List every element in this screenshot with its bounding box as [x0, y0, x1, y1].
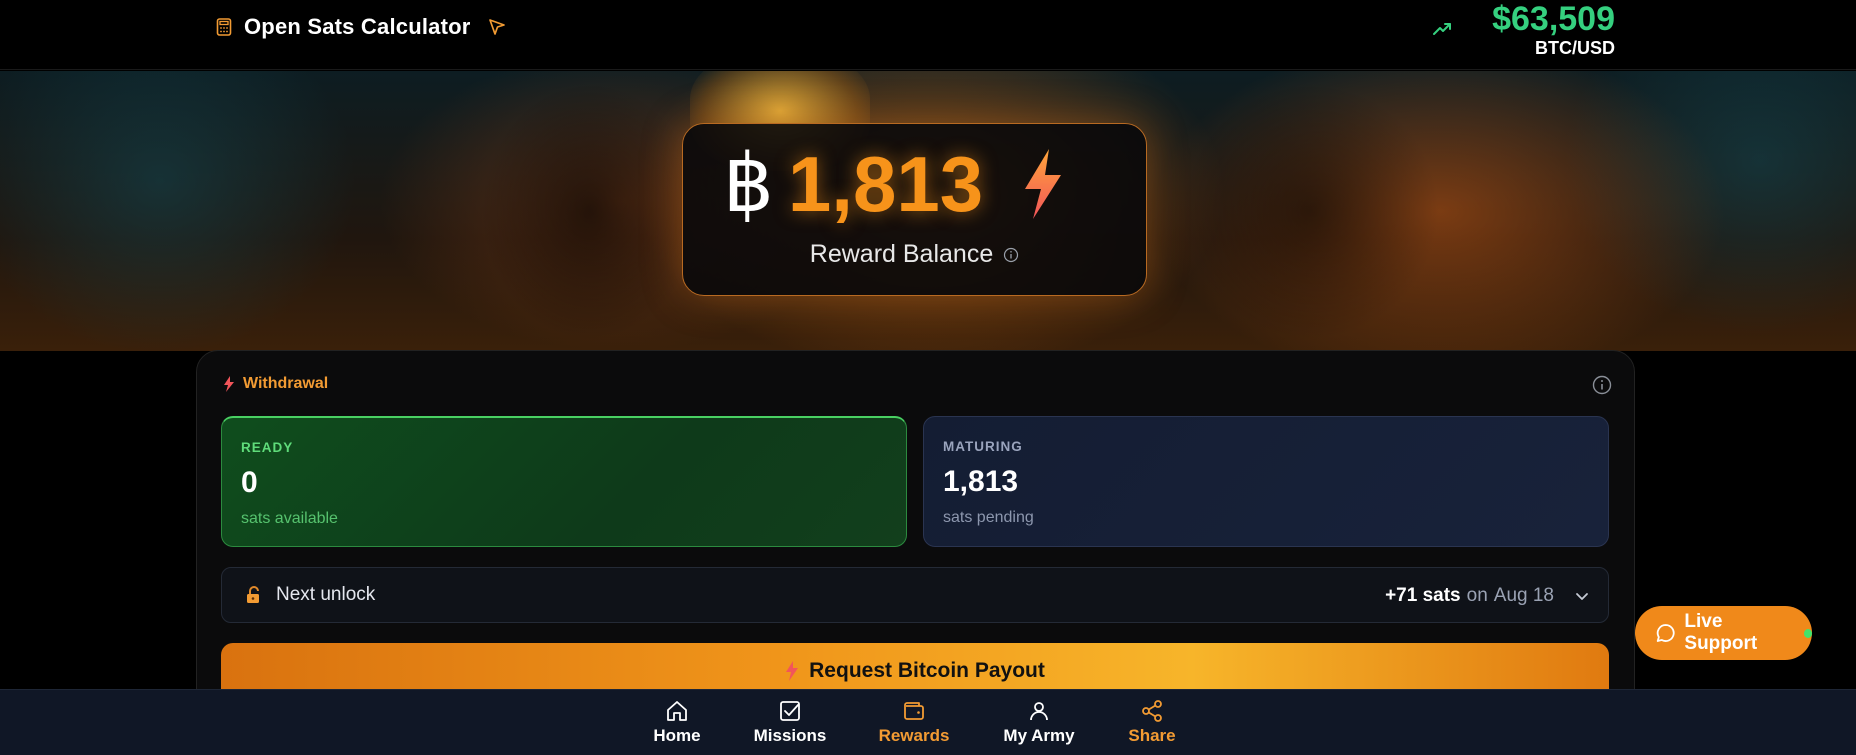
balance-value: 1,813 [787, 140, 984, 228]
calculator-icon [216, 18, 232, 36]
lightning-icon [786, 661, 799, 681]
ready-card: READY 0 sats available [221, 416, 907, 547]
lightning-icon [224, 376, 234, 392]
btc-price: $63,509 BTC/USD [1492, 0, 1615, 58]
brand[interactable]: Open Sats Calculator [214, 14, 507, 40]
chevron-down-icon[interactable] [1574, 588, 1590, 604]
home-icon [667, 701, 687, 721]
nav-my-army-label: My Army [1003, 726, 1075, 745]
live-support-button[interactable]: Live Support [1635, 606, 1812, 660]
hero-shade-left [480, 81, 700, 341]
maturing-card: MATURING 1,813 sats pending [923, 416, 1609, 547]
unlock-icon [247, 586, 259, 603]
unlock-amount: +71 sats [1385, 585, 1461, 606]
maturing-value: 1,813 [943, 465, 1019, 498]
user-icon [1030, 702, 1048, 721]
nav-share-label: Share [1128, 726, 1176, 745]
nav-home-label: Home [653, 726, 701, 745]
nav-missions[interactable]: Missions [740, 699, 840, 746]
bitcoin-symbol: ฿ [723, 137, 774, 230]
cursor-icon [488, 19, 505, 35]
share-icon [1142, 700, 1162, 722]
price-pair: BTC/USD [1535, 38, 1615, 58]
info-icon[interactable] [1003, 247, 1019, 263]
live-support-label: Live Support [1684, 611, 1758, 654]
nav-rewards-label: Rewards [878, 726, 950, 745]
nav-share[interactable]: Share [1102, 699, 1202, 746]
request-payout-label: Request Bitcoin Payout [809, 659, 1045, 682]
chat-bubble-icon [1656, 624, 1675, 642]
maturing-sub: sats pending [943, 509, 1034, 526]
info-icon[interactable] [1592, 375, 1612, 395]
ready-value: 0 [241, 466, 258, 499]
maturing-label: MATURING [943, 439, 1023, 454]
withdrawal-title: Withdrawal [243, 375, 329, 392]
nav-my-army[interactable]: My Army [989, 699, 1089, 746]
hero-shade-right [1180, 81, 1440, 341]
top-bar: Open Sats Calculator $63,509 BTC/USD [0, 0, 1856, 70]
next-unlock-row[interactable]: Next unlock +71 sats on Aug 18 [221, 567, 1609, 623]
balance-label: Reward Balance [809, 240, 994, 268]
unlock-on: on [1466, 585, 1488, 606]
next-unlock-label: Next unlock [276, 584, 376, 605]
app-title: Open Sats Calculator [244, 14, 471, 39]
nav-rewards[interactable]: Rewards [864, 699, 964, 746]
ready-label: READY [241, 440, 294, 455]
unlock-date: Aug 18 [1493, 585, 1554, 606]
wallet-icon [904, 702, 924, 720]
online-status-dot [1803, 628, 1812, 638]
trending-up-icon [1433, 23, 1451, 35]
lightning-icon [1025, 149, 1062, 219]
ready-sub: sats available [241, 510, 338, 527]
price-value: $63,509 [1492, 0, 1615, 38]
nav-home[interactable]: Home [627, 699, 727, 746]
bottom-nav: Home Missions Rewards My Army Share [0, 689, 1856, 755]
nav-missions-label: Missions [753, 726, 827, 745]
reward-balance-card: ฿ 1,813 Reward Balance [682, 123, 1147, 296]
check-square-icon [780, 701, 800, 721]
